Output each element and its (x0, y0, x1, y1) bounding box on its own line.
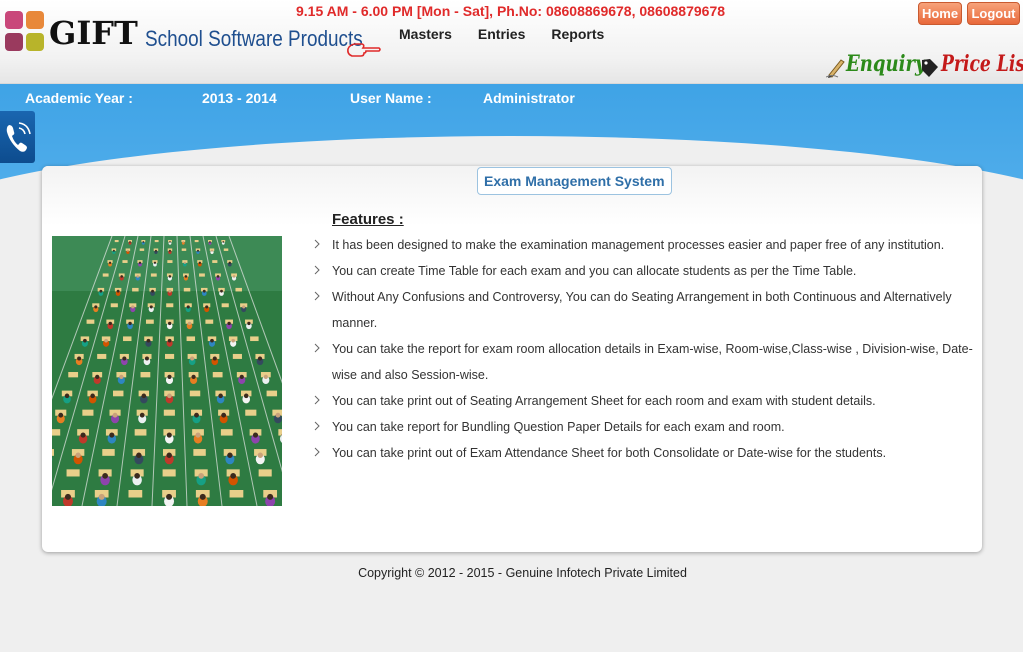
list-item: Without Any Confusions and Controversy, … (312, 284, 984, 336)
list-item: It has been designed to make the examina… (312, 232, 984, 258)
phone-contact-tab[interactable] (0, 111, 35, 163)
feature-text: You can take print out of Seating Arrang… (332, 394, 876, 408)
features-list: It has been designed to make the examina… (312, 232, 984, 466)
list-item: You can take the report for exam room al… (312, 336, 984, 388)
features-heading: Features : (332, 211, 404, 228)
list-item: You can take print out of Seating Arrang… (312, 388, 984, 414)
chevron-right-icon (312, 440, 322, 466)
feature-text: You can take the report for exam room al… (332, 342, 973, 382)
header: GIFT School Software Products 9.15 AM - … (0, 0, 1023, 84)
list-item: You can create Time Table for each exam … (312, 258, 984, 284)
list-item: You can take print out of Exam Attendanc… (312, 440, 984, 466)
pointing-hand-icon (345, 40, 381, 60)
menu-item-masters[interactable]: Masters (399, 26, 452, 42)
price-list-link[interactable]: Price List (941, 51, 1023, 77)
chevron-right-icon (312, 258, 322, 284)
content-panel: Exam Management System Features : It has… (42, 166, 982, 552)
logout-button[interactable]: Logout (967, 2, 1020, 25)
page-title: Exam Management System (477, 167, 672, 195)
chevron-right-icon (312, 388, 322, 414)
user-name-value: Administrator (483, 90, 575, 106)
feature-text: You can take report for Bundling Questio… (332, 420, 785, 434)
menu-item-reports[interactable]: Reports (551, 26, 604, 42)
home-button[interactable]: Home (918, 2, 962, 25)
logo-subtitle: School Software Products (145, 26, 363, 51)
price-tag-icon (921, 58, 939, 78)
chevron-right-icon (312, 336, 322, 362)
list-item: You can take report for Bundling Questio… (312, 414, 984, 440)
academic-year-value: 2013 - 2014 (202, 90, 277, 106)
academic-year-label: Academic Year : (25, 90, 133, 106)
chevron-right-icon (312, 284, 322, 310)
logo-text: GIFT (49, 14, 138, 52)
main-menu: Masters Entries Reports (399, 26, 630, 42)
business-hours: 9.15 AM - 6.00 PM [Mon - Sat], Ph.No: 08… (296, 3, 726, 19)
chevron-right-icon (312, 232, 322, 258)
feature-text: It has been designed to make the examina… (332, 238, 945, 252)
menu-item-entries[interactable]: Entries (478, 26, 525, 42)
user-name-label: User Name : (350, 90, 432, 106)
enquiry-link[interactable]: Enquiry (846, 51, 925, 77)
chevron-right-icon (312, 414, 322, 440)
pen-icon (825, 56, 846, 78)
logo-mark (5, 11, 45, 53)
info-bar: Academic Year : 2013 - 2014 User Name : … (0, 90, 1023, 108)
copyright-text: Copyright © 2012 - 2015 - Genuine Infote… (358, 566, 687, 580)
exam-hall-photo (52, 236, 282, 506)
phone-icon (6, 122, 31, 152)
feature-text: Without Any Confusions and Controversy, … (332, 290, 952, 330)
feature-text: You can take print out of Exam Attendanc… (332, 446, 887, 460)
feature-text: You can create Time Table for each exam … (332, 264, 857, 278)
